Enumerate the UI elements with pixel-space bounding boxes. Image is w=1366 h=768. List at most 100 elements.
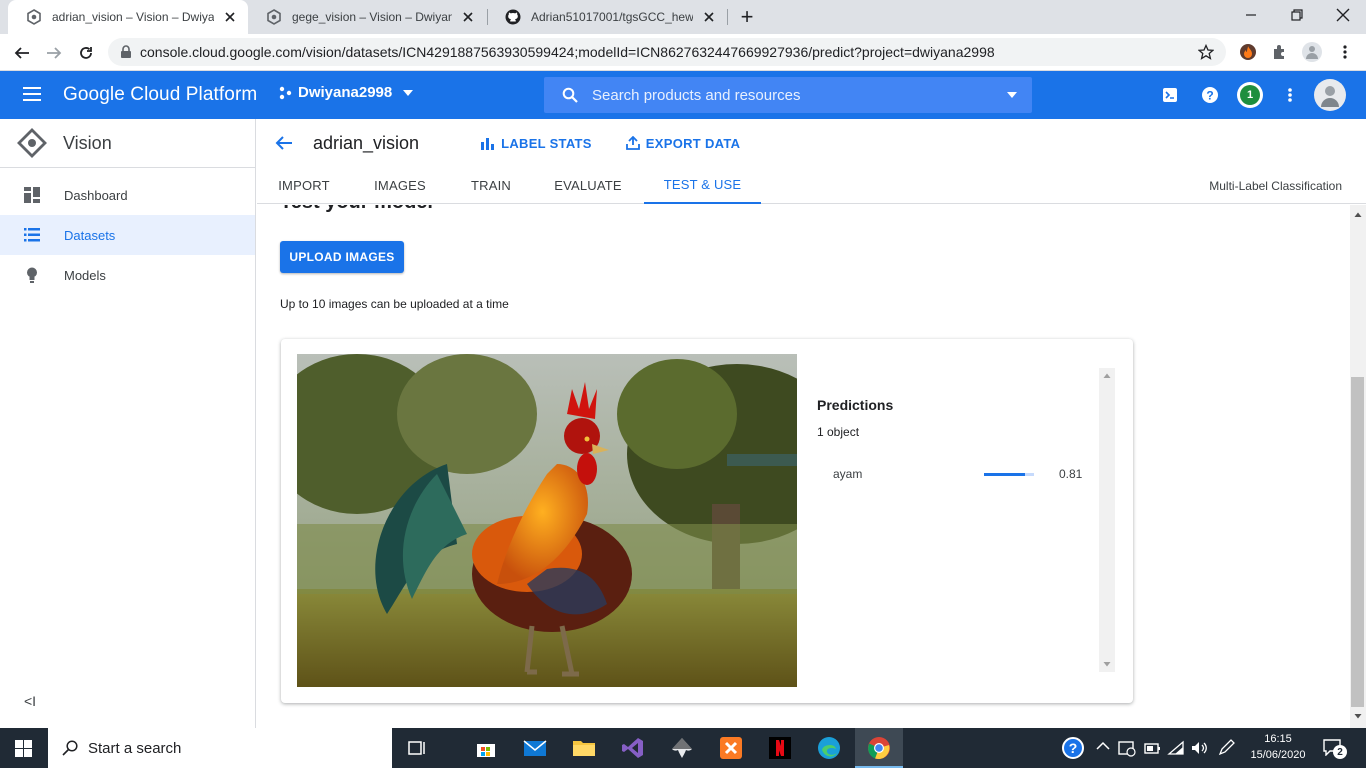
label-stats-label: LABEL STATS [501, 135, 592, 151]
close-tab-icon[interactable] [701, 9, 717, 25]
tab-images[interactable]: IMAGES [362, 167, 438, 204]
browser-menu-icon[interactable] [1336, 43, 1354, 61]
search-bar[interactable]: Search products and resources [544, 77, 1032, 113]
sidebar-item-label: Datasets [64, 227, 116, 243]
xampp-icon[interactable] [719, 736, 743, 760]
help-tray-icon[interactable]: ? [1062, 737, 1084, 759]
more-options-icon[interactable] [1278, 83, 1302, 107]
prediction-card: Predictions 1 object ayam 0.81 [281, 339, 1133, 703]
project-selector[interactable]: Dwiyana2998 [278, 84, 414, 101]
file-explorer-icon[interactable] [572, 736, 596, 760]
confidence-bar [984, 472, 1034, 476]
export-data-button[interactable]: EXPORT DATA [625, 135, 741, 151]
tab-import[interactable]: IMPORT [268, 167, 340, 204]
windows-start-icon[interactable] [15, 740, 32, 757]
export-icon [625, 136, 640, 150]
sidebar-item-models[interactable]: Models [0, 255, 255, 295]
notification-count: 1 [1240, 85, 1260, 105]
browser-tab[interactable]: Adrian51017001/tgsGCC_hewan [487, 0, 727, 34]
gcp-brand[interactable]: Google Cloud Platform [63, 84, 257, 106]
upload-images-button[interactable]: UPLOAD IMAGES [280, 241, 404, 273]
forward-button[interactable] [41, 40, 67, 66]
browser-tab-active[interactable]: adrian_vision – Vision – Dwiyana2 [8, 0, 248, 34]
model-type-label: Multi-Label Classification [1209, 179, 1342, 193]
extensions-puzzle-icon[interactable] [1271, 43, 1289, 61]
sidebar-item-label: Dashboard [64, 187, 128, 203]
battery-icon[interactable] [1143, 739, 1161, 757]
hamburger-menu-icon[interactable] [22, 86, 42, 102]
clock-time: 16:15 [1264, 733, 1292, 745]
chrome-taskbar-active[interactable] [855, 728, 903, 768]
restore-window-button[interactable] [1274, 0, 1320, 30]
dataset-tabs: IMPORT IMAGES TRAIN EVALUATE TEST & USE … [257, 167, 1366, 204]
label-stats-button[interactable]: LABEL STATS [481, 136, 592, 151]
main-content: adrian_vision LABEL STATS EXPORT DATA IM… [257, 119, 1366, 728]
new-tab-button[interactable]: + [736, 6, 758, 29]
gcp-hexagon-icon [26, 9, 42, 25]
sidebar-item-datasets[interactable]: Datasets [0, 215, 255, 255]
back-arrow-icon[interactable] [275, 135, 293, 151]
prediction-row: ayam 0.81 [833, 466, 1099, 482]
inkscape-icon[interactable] [670, 736, 694, 760]
bookmark-star-icon[interactable] [1198, 44, 1214, 60]
gcp-header: Google Cloud Platform Dwiyana2998 Search… [0, 71, 1366, 119]
page-scrollbar[interactable] [1350, 205, 1366, 728]
browser-tab[interactable]: gege_vision – Vision – Dwiyana29 [248, 0, 486, 34]
sidebar-item-dashboard[interactable]: Dashboard [0, 175, 255, 215]
gcp-hexagon-icon [266, 9, 282, 25]
reload-button[interactable] [73, 40, 99, 66]
sidebar-item-label: Models [64, 267, 106, 283]
task-view-icon[interactable] [405, 736, 429, 760]
wifi-icon[interactable] [1167, 739, 1185, 757]
search-placeholder: Search products and resources [592, 86, 801, 104]
help-icon[interactable]: ? [1198, 83, 1222, 107]
netflix-icon[interactable] [768, 736, 792, 760]
profile-avatar-icon[interactable] [1302, 42, 1322, 62]
browser-tab-strip: adrian_vision – Vision – Dwiyana2 gege_v… [0, 0, 1366, 34]
tray-device-icon[interactable] [1118, 739, 1136, 757]
tab-evaluate[interactable]: EVALUATE [543, 167, 633, 204]
taskbar-clock[interactable]: 16:15 15/06/2020 [1246, 731, 1310, 763]
tab-title: Adrian51017001/tgsGCC_hewan [531, 10, 693, 24]
page-header: adrian_vision LABEL STATS EXPORT DATA [257, 119, 1366, 167]
account-avatar[interactable] [1314, 79, 1346, 111]
clock-date: 15/06/2020 [1250, 749, 1306, 761]
url-text: console.cloud.google.com/vision/datasets… [140, 44, 995, 60]
edge-browser-icon[interactable] [817, 736, 841, 760]
notification-center-icon[interactable]: 2 [1322, 738, 1348, 759]
tab-test-and-use[interactable]: TEST & USE [644, 167, 761, 204]
sidebar: Vision Dashboard Datasets Models <I [0, 119, 256, 728]
predictions-scrollbar[interactable] [1099, 368, 1115, 672]
notifications-badge[interactable]: 1 [1237, 82, 1263, 108]
close-window-button[interactable] [1320, 0, 1366, 30]
scroll-container: Test your model UPLOAD IMAGES Up to 10 i… [257, 205, 1366, 728]
tab-title: adrian_vision – Vision – Dwiyana2 [52, 10, 214, 24]
page-scrollbar-thumb[interactable] [1351, 377, 1364, 707]
lightbulb-icon [24, 267, 40, 283]
extension-fire-icon[interactable] [1239, 43, 1257, 61]
taskbar-search-placeholder: Start a search [88, 739, 182, 757]
close-tab-icon[interactable] [222, 9, 238, 25]
tab-train[interactable]: TRAIN [458, 167, 524, 204]
close-tab-icon[interactable] [460, 9, 476, 25]
dashboard-icon [24, 187, 40, 203]
mail-icon[interactable] [523, 736, 547, 760]
cloud-shell-icon[interactable] [1158, 83, 1182, 107]
microsoft-store-icon[interactable] [474, 736, 498, 760]
vision-logo-icon [17, 128, 47, 158]
confidence-bar-fill [984, 472, 1025, 476]
pen-icon[interactable] [1217, 739, 1235, 757]
taskbar-search-box[interactable]: Start a search [48, 728, 392, 768]
uploaded-rooster-image [297, 354, 797, 687]
collapse-sidebar-button[interactable]: <I [24, 693, 36, 709]
search-dropdown-icon[interactable] [1006, 91, 1018, 99]
back-button[interactable] [9, 40, 35, 66]
visual-studio-icon[interactable] [621, 736, 645, 760]
minimize-window-button[interactable] [1228, 0, 1274, 30]
windows-taskbar: Start a search ? 16:15 15/06/2020 2 [0, 728, 1366, 768]
chevron-up-icon[interactable] [1096, 741, 1110, 751]
export-data-label: EXPORT DATA [645, 135, 741, 151]
address-bar[interactable]: console.cloud.google.com/vision/datasets… [108, 38, 1226, 66]
tab-title: gege_vision – Vision – Dwiyana29 [292, 10, 452, 24]
volume-icon[interactable] [1190, 739, 1208, 757]
